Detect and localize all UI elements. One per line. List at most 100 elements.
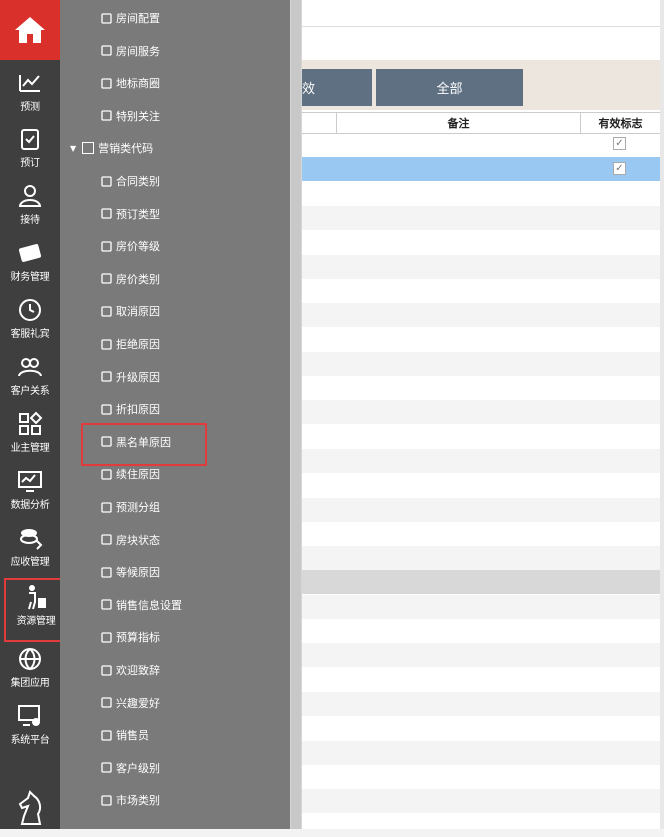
table-row[interactable] [302,619,664,643]
chess-knight-icon[interactable] [14,790,46,826]
filter-valid-button[interactable]: 效 [302,69,372,106]
rail-item-clock[interactable]: 客服礼宾 [0,291,60,347]
table-row[interactable] [302,691,664,716]
table-row[interactable] [302,254,664,279]
submenu-item-label: 兴趣爱好 [116,696,160,710]
a-plus-icon [100,240,112,252]
submenu-item-label: 房价等级 [116,240,160,254]
monitor-chart-icon [17,468,43,494]
home-button[interactable] [0,0,60,60]
building-icon [100,77,112,89]
submenu-item[interactable]: 房间服务 [100,41,160,61]
table-row[interactable] [302,279,664,303]
table-row[interactable] [302,740,664,765]
rail-item-luggage-person[interactable]: 资源管理 [4,578,68,642]
tag-icon [100,273,112,285]
submenu-item-label: 欢迎致辞 [116,664,160,677]
rail-item-grid-diamond[interactable]: 业主管理 [0,405,60,461]
table-row[interactable] [302,351,664,376]
table-row[interactable] [302,765,664,789]
table-row[interactable] [302,425,664,449]
submenu-item[interactable]: 续住原因 [100,464,160,484]
submenu-item[interactable]: 市场类别 [100,790,160,810]
submenu-item[interactable]: 特别关注 [100,106,160,126]
grid-diamond-icon [17,411,43,437]
table-row[interactable] [302,448,664,473]
submenu-scrollbar-thumb[interactable] [291,0,301,829]
rail-item-label: 集团应用 [10,678,50,689]
valid-checkbox[interactable]: ✓ [613,137,626,150]
table-row[interactable] [302,327,664,351]
submenu-item[interactable]: 拒绝原因 [100,334,160,354]
history-icon [100,566,112,578]
submenu-item-label: 市场类别 [116,794,160,808]
table-row[interactable] [302,400,664,425]
table-row[interactable] [302,522,664,546]
submenu-item[interactable]: 取消原因 [100,301,160,321]
submenu-item-label: 拒绝原因 [116,338,160,351]
submenu-item[interactable]: 销售员 [100,725,149,745]
table-row[interactable] [302,182,664,206]
bar-chart-icon [100,631,112,643]
table-row[interactable] [302,303,664,328]
submenu-group-marketing[interactable]: ▼ 营销类代码 [70,138,153,158]
rail-item-label: 业主管理 [10,443,50,454]
grid-header-remark[interactable]: 备注 [336,113,580,133]
submenu-item[interactable]: 等候原因 [100,562,160,582]
rail-item-person[interactable]: 接待 [0,177,60,233]
hobby-icon [100,697,112,709]
submenu-item-label: 房价类别 [116,272,160,286]
table-row[interactable]: ✓ [302,157,664,182]
submenu-item[interactable]: 客户级别 [100,758,160,778]
rail-item-label: 资源管理 [16,616,56,627]
submenu-item[interactable]: 房价类别 [100,269,160,289]
table-row[interactable] [302,643,664,668]
submenu-item[interactable]: 升级原因 [100,367,160,387]
rail-item-label: 预订 [20,158,40,169]
submenu-item[interactable]: 兴趣爱好 [100,693,160,713]
globe-icon [17,646,43,672]
table-row[interactable] [302,594,664,619]
table-row[interactable] [302,546,664,571]
copy-icon [100,534,112,546]
rail-item-money[interactable]: 财务管理 [0,234,60,290]
table-row[interactable]: ✓ [302,133,664,157]
rail-item-screen-gear[interactable]: 系统平台 [0,697,60,753]
submenu-item[interactable]: 房间配置 [100,8,160,28]
submenu-item[interactable]: 合同类别 [100,171,160,191]
rail-item-label: 接待 [20,215,40,226]
table-row[interactable] [302,716,664,740]
rail-item-chart-trend[interactable]: 预测 [0,64,60,120]
submenu-item[interactable]: 折扣原因 [100,399,160,419]
table-row[interactable] [302,473,664,497]
table-row[interactable] [302,205,664,230]
submenu-item[interactable]: 欢迎致辞 [100,660,160,680]
table-row[interactable] [302,497,664,522]
highlight-box-blacklist [81,423,207,466]
rail-item-people[interactable]: 客户关系 [0,348,60,404]
rail-item-monitor-chart[interactable]: 数据分析 [0,462,60,518]
rail-item-label: 应收管理 [10,557,50,568]
window-right-frame [660,0,664,829]
valid-checkbox[interactable]: ✓ [613,162,626,176]
rail-item-globe[interactable]: 集团应用 [0,640,60,696]
table-row[interactable] [302,570,664,595]
rail-item-coins[interactable]: 应收管理 [0,519,60,575]
table-row[interactable] [302,230,664,254]
table-row[interactable] [302,376,664,400]
table-row[interactable] [302,813,664,837]
submenu-item[interactable]: 预算指标 [100,627,160,647]
submenu-item[interactable]: 预测分组 [100,497,160,517]
submenu-item[interactable]: 房块状态 [100,530,160,550]
submenu-item[interactable]: 房价等级 [100,236,160,256]
ban-icon [100,338,112,350]
submenu-item[interactable]: 预订类型 [100,204,160,224]
grid-header-valid[interactable]: 有效标志 [580,113,660,133]
rail-item-clipboard-check[interactable]: 预订 [0,120,60,176]
submenu-item[interactable]: 地标商圈 [100,73,160,93]
table-row[interactable] [302,789,664,814]
person-icon [17,183,43,209]
submenu-item[interactable]: 销售信息设置 [100,595,182,615]
table-row[interactable] [302,668,664,692]
filter-all-button[interactable]: 全部 [376,69,523,106]
